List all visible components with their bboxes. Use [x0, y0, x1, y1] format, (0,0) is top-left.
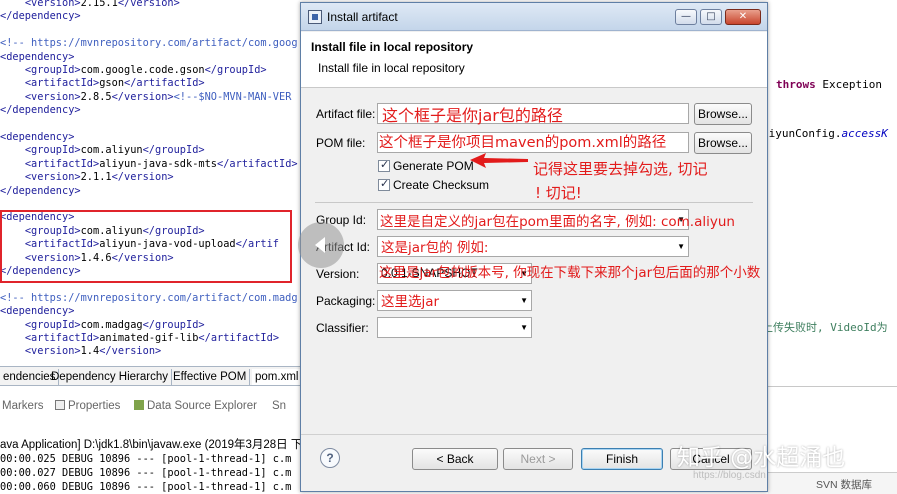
classifier-label: Classifier:: [316, 321, 369, 335]
finish-button[interactable]: Finish: [581, 448, 663, 470]
create-checksum-label: Create Checksum: [393, 178, 490, 192]
annotation-artifact-id: 这是jar包的 例如:: [381, 240, 489, 256]
annotation-generate-pom-1: 记得这里要去掉勾选, 切记: [533, 160, 708, 178]
annotation-packaging: 这里选jar: [381, 294, 440, 310]
generate-pom-label: Generate POM: [393, 159, 474, 173]
xml-line: <version>1.4</version>: [24, 345, 162, 358]
dialog-header: Install file in local repository Install…: [301, 32, 767, 88]
xml-line: <dependency>: [0, 305, 75, 318]
next-button[interactable]: Next >: [503, 448, 573, 470]
console-line: 00:00.027 DEBUG 10896 --- [pool-1-thread…: [0, 467, 292, 479]
xml-line: </dependency>: [0, 104, 81, 117]
separator: [315, 202, 753, 203]
header-title: Install file in local repository: [311, 40, 474, 54]
tab-effective-pom[interactable]: Effective POM: [170, 369, 251, 385]
code-line: 上传失败时, VideoId为: [768, 321, 888, 334]
xml-line: <dependency>: [0, 131, 75, 143]
header-description: Install file in local repository: [318, 61, 465, 75]
help-icon[interactable]: ?: [320, 448, 340, 468]
arrow-icon: [470, 153, 528, 168]
code-line: throws Exception: [776, 78, 882, 91]
xml-line: <!-- https://mvnrepository.com/artifact/…: [0, 291, 298, 304]
packaging-label: Packaging:: [316, 294, 376, 308]
footer-separator: [301, 434, 767, 435]
artifact-file-label: Artifact file:: [316, 107, 376, 121]
database-icon: [134, 400, 144, 410]
version-label: Version:: [316, 267, 360, 281]
classifier-combo[interactable]: ▼: [377, 317, 532, 338]
views-bar: Markers Properties Data Source Explorer …: [0, 394, 300, 416]
dropdown-arrow-icon[interactable]: ▼: [677, 237, 685, 256]
divider: [768, 386, 897, 387]
window-icon: [308, 10, 322, 24]
dropdown-arrow-icon[interactable]: ▼: [520, 291, 528, 310]
annotation-artifact-file: 这个框子是你jar包的路径: [382, 106, 563, 125]
console-view[interactable]: ava Application] D:\jdk1.8\bin\javaw.exe…: [0, 434, 303, 494]
svn-label[interactable]: SVN 数据库: [816, 477, 872, 492]
xml-line: <groupId>com.aliyun</groupId>: [24, 144, 205, 157]
pom-editor-tabs: endencies Dependency Hierarchy Effective…: [0, 366, 303, 386]
xml-line: <artifactId>aliyun-java-sdk-mts</artifac…: [24, 157, 298, 170]
pom-browse-button[interactable]: Browse...: [694, 132, 752, 154]
console-title: ava Application] D:\jdk1.8\bin\javaw.exe…: [0, 439, 303, 451]
xml-line: </dependency>: [0, 184, 81, 197]
annotation-version: 这里是jar包的版本号, 你现在下载下来那个jar包后面的那个小数: [379, 265, 761, 281]
minimize-button[interactable]: —: [675, 9, 697, 25]
console-line: 00:00.060 DEBUG 10896 --- [pool-1-thread…: [0, 481, 292, 493]
watermark: 知乎 @水超涌也: [677, 445, 846, 471]
annotation-group-id: 这里是自定义的jar包在pom里面的名字, 例如: com.aliyun: [380, 214, 735, 230]
pom-xml-editor[interactable]: <version>2.15.1</version> </dependency> <!…: [0, 0, 300, 362]
console-line: 00:00.025 DEBUG 10896 --- [pool-1-thread…: [0, 453, 292, 465]
dropdown-arrow-icon[interactable]: ▼: [520, 318, 528, 337]
maximize-button[interactable]: □: [700, 9, 722, 25]
xml-line: </dependency>: [0, 10, 81, 23]
xml-line: <artifactId>animated-gif-lib</artifactId…: [24, 332, 280, 344]
tab-pom-xml[interactable]: pom.xml: [252, 369, 303, 385]
code-line: liyunConfig.accessK: [768, 127, 888, 140]
xml-line: <version>2.8.5</version><!--$NO-MVN-MAN-…: [24, 90, 292, 103]
xml-line: <version>2.1.1</version>: [24, 171, 174, 184]
generate-pom-checkbox[interactable]: [378, 158, 390, 172]
java-editor[interactable]: throws Exception liyunConfig.accessK 上传失…: [768, 0, 897, 494]
install-artifact-dialog: Install artifact — □ ✕ Install file in l…: [300, 2, 768, 492]
highlight-box: [0, 210, 292, 283]
xml-line: <version>2.15.1</version>: [24, 0, 180, 9]
watermark-url: https://blog.csdn: [693, 470, 766, 481]
back-button[interactable]: < Back: [412, 448, 498, 470]
annotation-pom-file: 这个框子是你项目maven的pom.xml的路径: [379, 135, 667, 151]
tab-properties[interactable]: Properties: [55, 398, 120, 414]
close-button[interactable]: ✕: [725, 9, 761, 25]
dialog-titlebar[interactable]: Install artifact — □ ✕: [301, 3, 767, 31]
tab-markers[interactable]: Markers: [2, 398, 44, 414]
pom-file-label: POM file:: [316, 136, 366, 150]
svn-status-bar: SVN 数据库: [768, 472, 897, 494]
tab-dependency-hierarchy[interactable]: Dependency Hierarchy: [48, 369, 172, 385]
xml-line: <groupId>com.google.code.gson</groupId>: [24, 64, 267, 76]
annotation-generate-pom-2: ! 切记!: [535, 184, 582, 202]
dialog-title: Install artifact: [327, 10, 398, 24]
xml-line: <dependency>: [0, 50, 75, 63]
create-checksum-checkbox[interactable]: [378, 177, 390, 191]
tab-snippets[interactable]: Sn: [272, 398, 286, 414]
xml-line: <artifactId>gson</artifactId>: [24, 77, 205, 90]
artifact-browse-button[interactable]: Browse...: [694, 103, 752, 125]
properties-icon: [55, 400, 65, 410]
xml-line: <!-- https://mvnrepository.com/artifact/…: [0, 37, 298, 50]
tab-data-source-explorer[interactable]: Data Source Explorer: [134, 398, 257, 414]
xml-line: <groupId>com.madgag</groupId>: [24, 318, 205, 331]
scroll-back-knob[interactable]: [298, 222, 344, 268]
